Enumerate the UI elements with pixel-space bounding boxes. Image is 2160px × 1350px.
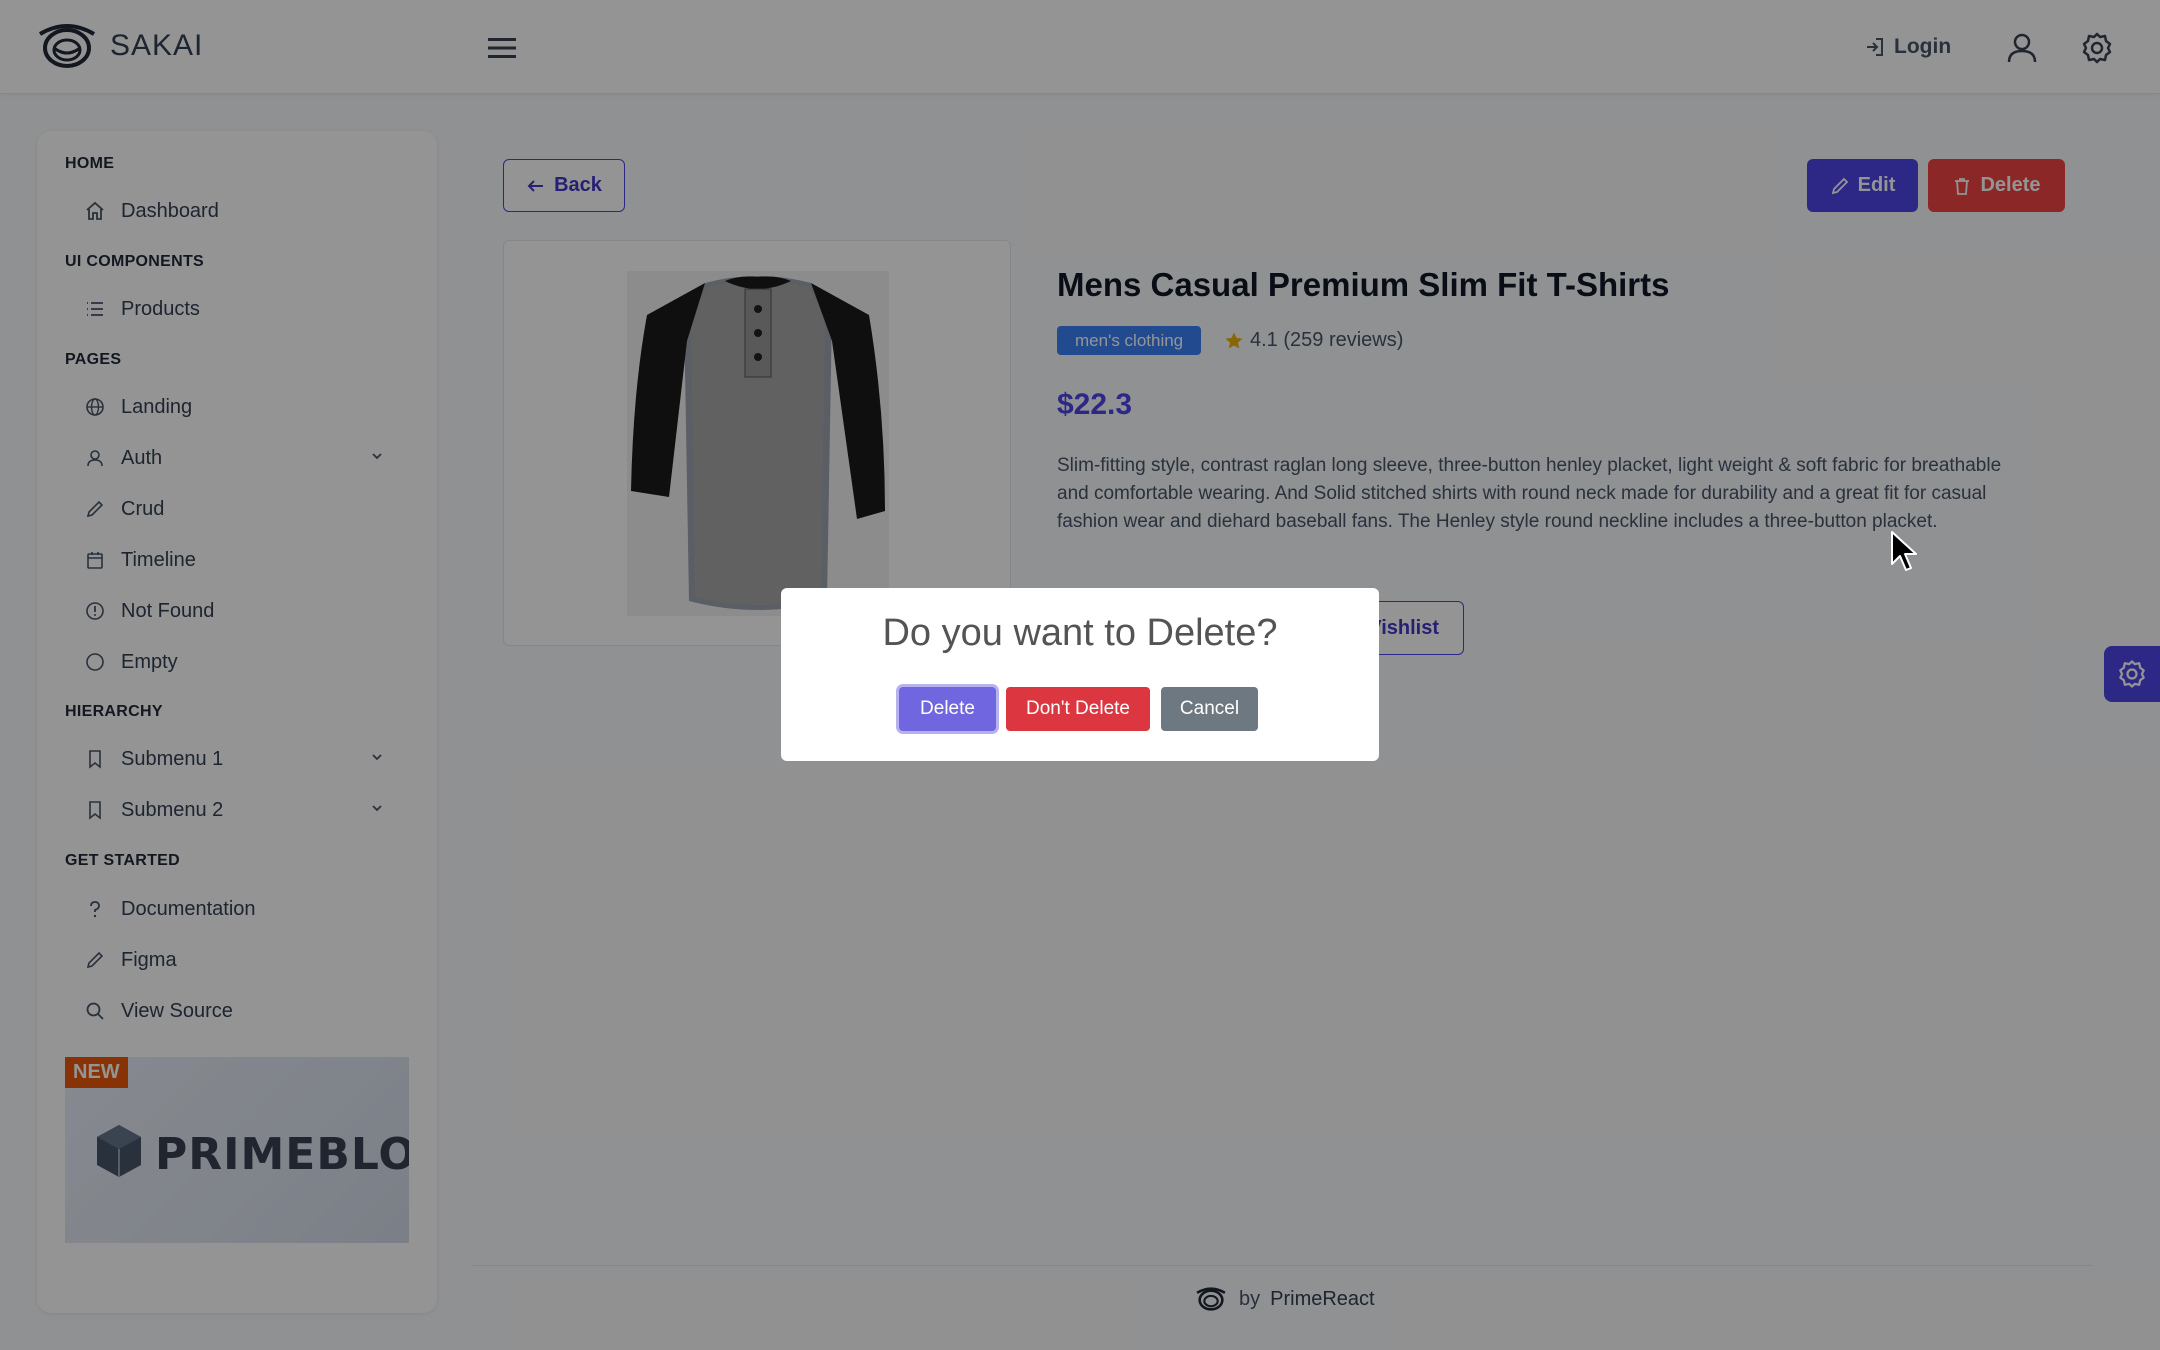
dialog-title: Do you want to Delete? <box>882 612 1278 654</box>
dialog-dont-delete-button[interactable]: Don't Delete <box>1006 687 1150 731</box>
mouse-cursor-icon <box>1891 531 1917 571</box>
delete-confirm-dialog: Do you want to Delete? Delete Don't Dele… <box>781 588 1379 761</box>
dialog-delete-button[interactable]: Delete <box>899 687 996 731</box>
dialog-cancel-button[interactable]: Cancel <box>1161 687 1258 731</box>
